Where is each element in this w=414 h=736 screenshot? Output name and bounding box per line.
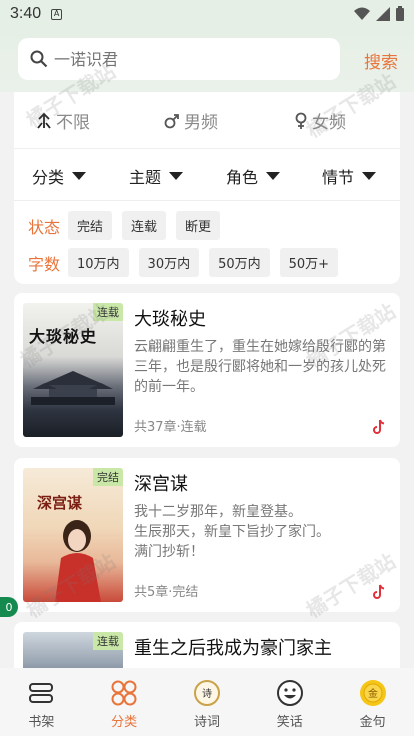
category-icon (109, 678, 139, 708)
golden-quote-icon: 金 (358, 678, 388, 708)
nav-category[interactable]: 分类 (94, 678, 154, 730)
book-card[interactable]: 深宫谋 完结 深宫谋 我十二岁那年，新皇登基。 生辰那天，新皇下旨抄了家门。 满… (14, 458, 400, 612)
book-meta: 共5章·完结 (134, 585, 199, 600)
status-icons (354, 6, 404, 21)
poetry-icon: 诗 (192, 678, 222, 708)
filter-plot[interactable]: 情节 (322, 164, 377, 188)
book-cover: 深宫谋 完结 (23, 468, 123, 602)
search-button[interactable]: 搜索 (364, 48, 398, 73)
cover-title: 大琰秘史 (29, 327, 98, 346)
joke-icon (275, 678, 305, 708)
nav-joke[interactable]: 笑话 (260, 678, 320, 730)
book-card[interactable]: 大琰秘史 连载 大琰秘史 云翩翩重生了，重生在她嫁给殷行郾的第三年，也是殷行郾将… (14, 293, 400, 447)
gender-tab-label: 不限 (56, 113, 90, 133)
caret-down-icon (362, 172, 377, 180)
wifi-icon (354, 7, 370, 20)
book-status-tag: 连载 (93, 303, 123, 321)
status-chip-ongoing[interactable]: 连载 (122, 211, 167, 240)
nav-poetry[interactable]: 诗 诗词 (177, 678, 237, 730)
status-chip-finished[interactable]: 完结 (68, 211, 113, 240)
nav-label: 金句 (359, 715, 386, 730)
wordcount-filter-row: 字数 10万内 30万内 50万内 50万+ (28, 248, 348, 277)
cover-title: 深宫谋 (37, 494, 83, 512)
bottom-nav: 书架 分类 诗 诗词 笑话 金 金句 (0, 668, 414, 736)
book-status-tag: 连载 (93, 632, 123, 650)
filter-label: 分类 (32, 168, 65, 187)
filter-theme[interactable]: 主题 (129, 164, 184, 188)
search-input[interactable] (54, 49, 314, 69)
palace-illustration (31, 371, 115, 405)
search-icon (30, 50, 48, 68)
status-bar: 3:40 A (0, 0, 414, 28)
unlimited-icon (37, 112, 51, 129)
status-chip-discontinued[interactable]: 断更 (176, 211, 221, 240)
gender-tab-male[interactable]: 男频 (164, 108, 218, 133)
gender-tab-female[interactable]: 女频 (294, 108, 346, 133)
heroine-illustration (55, 520, 101, 602)
search-header: 搜索 (0, 28, 414, 92)
tiktok-icon[interactable] (372, 419, 386, 435)
battery-icon (396, 6, 404, 21)
wordcount-filter-label: 字数 (28, 254, 61, 274)
gender-tab-unlimited[interactable]: 不限 (36, 108, 90, 133)
book-meta: 共37章·连载 (134, 420, 207, 435)
svg-text:诗: 诗 (202, 687, 212, 700)
wordcount-chip-50w[interactable]: 50万内 (209, 248, 270, 277)
book-title: 大琰秘史 (134, 309, 206, 330)
notification-icon: A (51, 8, 63, 20)
nav-label: 书架 (28, 715, 55, 730)
divider (14, 148, 400, 149)
filter-category[interactable]: 分类 (32, 164, 87, 188)
book-cover: 大琰秘史 连载 (23, 303, 123, 437)
filter-label: 主题 (129, 168, 162, 187)
gender-tab-label: 男频 (184, 113, 218, 133)
divider (14, 200, 400, 201)
signal-icon (376, 6, 390, 21)
filter-label: 角色 (226, 168, 259, 187)
status-filter-row: 状态 完结 连载 断更 (28, 211, 230, 240)
status-filter-label: 状态 (28, 217, 61, 237)
gender-tab-label: 女频 (312, 113, 346, 133)
male-icon (164, 113, 179, 128)
status-time: 3:40 (10, 5, 42, 22)
search-box[interactable] (18, 38, 340, 80)
gender-tabs: 不限 男频 女频 (14, 108, 400, 138)
book-status-tag: 完结 (93, 468, 123, 486)
nav-label: 诗词 (193, 715, 220, 730)
caret-down-icon (266, 172, 281, 180)
bookshelf-icon (26, 678, 56, 708)
floating-count-badge[interactable]: 0 (0, 597, 18, 617)
wordcount-chip-30w[interactable]: 30万内 (138, 248, 200, 277)
caret-down-icon (72, 172, 87, 180)
wordcount-chip-50w-plus[interactable]: 50万+ (279, 248, 339, 277)
svg-text:金: 金 (368, 687, 378, 700)
book-title: 深宫谋 (134, 474, 188, 495)
book-description: 云翩翩重生了，重生在她嫁给殷行郾的第三年，也是殷行郾将她和一岁的孩儿处死的前一年… (134, 339, 386, 395)
filter-label: 情节 (322, 168, 355, 187)
nav-golden-quote[interactable]: 金 金句 (343, 678, 403, 730)
tiktok-icon[interactable] (372, 584, 386, 600)
nav-label: 分类 (111, 715, 138, 730)
nav-bookshelf[interactable]: 书架 (11, 678, 71, 730)
nav-label: 笑话 (276, 715, 303, 730)
category-filter-row: 分类 主题 角色 情节 (14, 164, 400, 188)
book-title: 重生之后我成为豪门家主 (134, 638, 332, 659)
wordcount-chip-10w[interactable]: 10万内 (68, 248, 129, 277)
caret-down-icon (169, 172, 184, 180)
filter-role[interactable]: 角色 (226, 164, 281, 188)
female-icon (295, 112, 307, 129)
book-description: 我十二岁那年，新皇登基。 生辰那天，新皇下旨抄了家门。 满门抄斩！ (134, 504, 330, 560)
filter-panel: 不限 男频 女频 分类 主题 角色 情节 状态 完结 连载 断更 字数 10万内… (14, 92, 400, 284)
